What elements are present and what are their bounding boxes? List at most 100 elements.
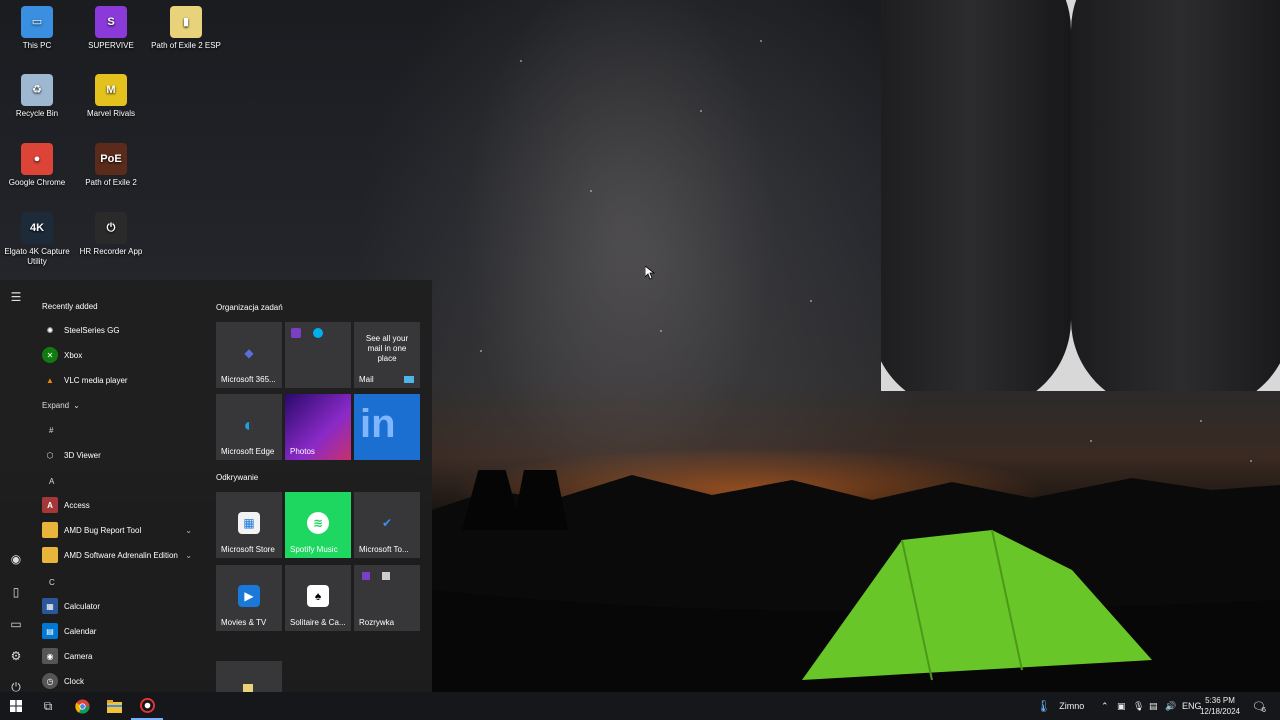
list-item-amd-bug-report[interactable]: ▬ AMD Bug Report Tool ⌄ xyxy=(42,520,202,540)
tile-spotify[interactable]: ≋ Spotify Music xyxy=(285,492,351,558)
thermometer-icon: 🌡 xyxy=(1036,699,1052,713)
tile-solitaire[interactable]: ♠ Solitaire & Ca... xyxy=(285,565,351,631)
list-item-access[interactable]: A Access xyxy=(42,495,202,515)
letter-header-c[interactable]: C xyxy=(49,578,55,587)
expand-button[interactable]: Expand ⌄ xyxy=(42,395,202,415)
documents-icon[interactable]: ▯ xyxy=(9,585,23,599)
volume-icon[interactable]: 🔊 xyxy=(1165,692,1176,720)
spotify-icon: ≋ xyxy=(307,512,329,534)
game-icon xyxy=(362,572,370,580)
tile-microsoft-store[interactable]: ▦ Microsoft Store xyxy=(216,492,282,558)
mouse-cursor-icon xyxy=(645,266,655,280)
calculator-icon: ▦ xyxy=(42,598,58,614)
desktop-icon-label: HR Recorder App xyxy=(79,247,143,256)
desktop-icon-google-chrome[interactable]: ● Google Chrome xyxy=(0,143,75,188)
show-hidden-icons-button[interactable]: ⌃ xyxy=(1101,692,1109,720)
pictures-icon[interactable]: ▭ xyxy=(9,617,23,631)
xbox-icon: ✕ xyxy=(42,347,58,363)
desktop-icon-hr-recorder[interactable]: ⏻ HR Recorder App xyxy=(73,212,149,257)
desktop-icon-label: Marvel Rivals xyxy=(86,109,135,118)
list-item-label: Access xyxy=(64,500,90,510)
letter-header-a[interactable]: A xyxy=(49,477,54,486)
webcam-overlay xyxy=(881,0,1280,391)
list-item-vlc[interactable]: ▲ VLC media player xyxy=(42,370,202,390)
list-item-calculator[interactable]: ▦ Calculator xyxy=(42,596,202,616)
chrome-icon: ● xyxy=(21,143,53,175)
folder-icon: ▬ xyxy=(42,547,58,563)
tile-label: Solitaire & Ca... xyxy=(290,618,346,627)
list-item-camera[interactable]: ◉ Camera xyxy=(42,646,202,666)
hamburger-menu-icon[interactable]: ☰ xyxy=(9,290,23,304)
list-item-label: Xbox xyxy=(64,350,83,360)
microsoft-365-icon: ◆ xyxy=(244,346,254,360)
list-item-label: 3D Viewer xyxy=(64,450,101,460)
store-icon: ▦ xyxy=(238,512,260,534)
desktop-icon-label: Recycle Bin xyxy=(15,109,59,118)
expand-label: Expand xyxy=(42,400,70,410)
tile-photos[interactable]: Photos xyxy=(285,394,351,460)
tile-microsoft-edge[interactable]: ◐ Microsoft Edge xyxy=(216,394,282,460)
start-button[interactable] xyxy=(0,692,32,720)
movies-tv-icon: ▶ xyxy=(238,585,260,607)
tile-rozrywka[interactable]: Rozrywka xyxy=(354,565,420,631)
user-avatar-icon[interactable]: ◉ xyxy=(9,552,23,566)
taskbar-file-explorer[interactable] xyxy=(98,692,130,720)
notification-center-button[interactable]: 🗨 6 xyxy=(1252,692,1266,720)
list-item-label: SteelSeries GG xyxy=(64,325,120,335)
taskbar-clock[interactable]: 5:36 PM 12/18/2024 xyxy=(1192,695,1248,717)
tile-folder-apps[interactable] xyxy=(285,322,351,388)
settings-gear-icon[interactable]: ⚙ xyxy=(9,649,23,663)
tile-microsoft-todo[interactable]: ✔ Microsoft To... xyxy=(354,492,420,558)
mail-promo-text: See all your mail in one place xyxy=(365,334,409,363)
weather-widget[interactable]: 🌡 Zimno xyxy=(1036,692,1084,720)
tray-device-icon[interactable]: ▣ xyxy=(1117,692,1126,720)
headset-earcup-right xyxy=(1071,0,1280,391)
microphone-icon[interactable]: 🎙 xyxy=(1133,692,1144,720)
chevron-down-icon[interactable]: ⌄ xyxy=(185,551,192,560)
desktop-icon-poe2[interactable]: PoE Path of Exile 2 xyxy=(73,143,149,188)
tile-movies-tv[interactable]: ▶ Movies & TV xyxy=(216,565,282,631)
tile-linkedin[interactable]: in xyxy=(354,394,420,460)
letter-header-hash[interactable]: # xyxy=(49,426,53,435)
list-item-steelseries[interactable]: ✺ SteelSeries GG xyxy=(42,320,202,340)
chevron-down-icon[interactable]: ⌄ xyxy=(185,526,192,535)
taskbar-chrome[interactable] xyxy=(66,692,98,720)
start-rail: ☰ ◉ ▯ ▭ ⚙ ⏻ xyxy=(0,280,32,694)
tile-group-header: Odkrywanie xyxy=(216,473,259,482)
list-item-3d-viewer[interactable]: ⬡ 3D Viewer xyxy=(42,445,202,465)
tile-partial[interactable] xyxy=(216,661,282,692)
network-icon[interactable]: ▤ xyxy=(1149,692,1158,720)
list-item-amd-software[interactable]: ▬ AMD Software Adrenalin Edition ⌄ xyxy=(42,545,202,565)
recently-added-header: Recently added xyxy=(42,302,98,311)
desktop-icon-label: Path of Exile 2 ESP xyxy=(151,41,221,50)
app-icon xyxy=(382,572,390,580)
desktop-icon-elgato[interactable]: 4K Elgato 4K Capture Utility xyxy=(0,212,75,267)
vlc-icon: ▲ xyxy=(46,375,54,385)
task-view-icon[interactable]: ⧉ xyxy=(32,692,64,720)
desktop-icon-label: This PC xyxy=(22,41,52,50)
solitaire-icon: ♠ xyxy=(307,585,329,607)
desktop-icon-label: Google Chrome xyxy=(8,178,66,187)
desktop-icon-this-pc[interactable]: ▭ This PC xyxy=(0,6,75,51)
chrome-icon xyxy=(74,698,90,714)
elgato-4k-icon: 4K xyxy=(21,212,53,244)
list-item-label: AMD Bug Report Tool xyxy=(64,525,142,535)
desktop-icon-supervive[interactable]: S SUPERVIVE xyxy=(73,6,149,51)
headset-earcup-left xyxy=(881,0,1071,391)
onenote-icon xyxy=(291,328,301,338)
list-item-label: Calculator xyxy=(64,601,101,611)
desktop-icon-poe2-esp[interactable]: ▮ Path of Exile 2 ESP xyxy=(148,6,224,51)
list-item-xbox[interactable]: ✕ Xbox xyxy=(42,345,202,365)
tile-label: Movies & TV xyxy=(221,618,267,627)
desktop-icon-marvel-rivals[interactable]: M Marvel Rivals xyxy=(73,74,149,119)
list-item-calendar[interactable]: ▤ Calendar xyxy=(42,621,202,641)
desktop-icon-recycle-bin[interactable]: ♻ Recycle Bin xyxy=(0,74,75,119)
chevron-up-icon: ⌃ xyxy=(1101,700,1109,711)
taskbar-recorder-app[interactable] xyxy=(131,692,163,720)
tile-mail[interactable]: See all your mail in one place Mail xyxy=(354,322,420,388)
tile-microsoft-365[interactable]: ◆ Microsoft 365... xyxy=(216,322,282,388)
folder-icon: ▮ xyxy=(170,6,202,38)
tile-label: Microsoft Store xyxy=(221,545,275,554)
list-item-clock[interactable]: ◷ Clock xyxy=(42,671,202,691)
skype-icon xyxy=(313,328,323,338)
